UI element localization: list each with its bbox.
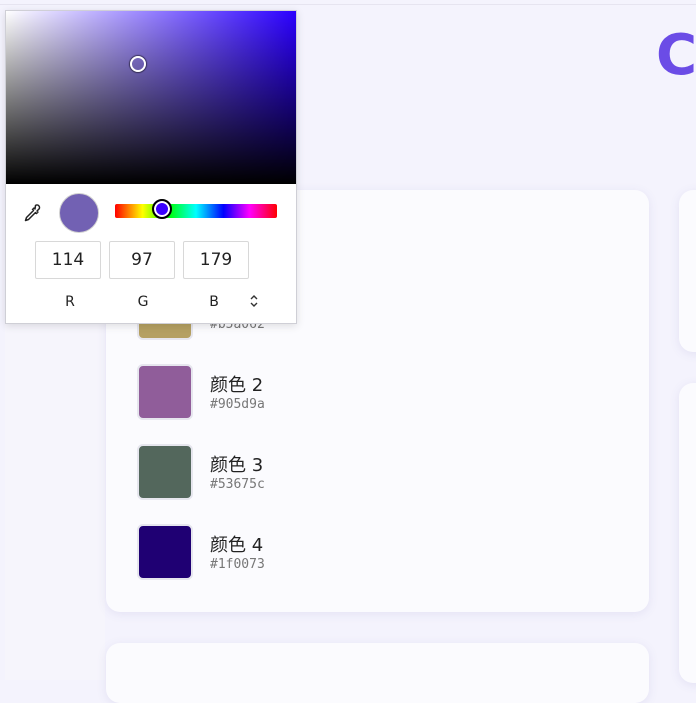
color-hex: #1f0073 [210, 557, 265, 572]
bottom-card [106, 643, 649, 703]
color-name: 颜色 4 [210, 535, 264, 556]
side-card-top [679, 190, 696, 352]
blue-input[interactable]: 179 [183, 241, 249, 279]
eyedropper-icon[interactable] [21, 203, 43, 225]
chevron-updown-icon[interactable] [247, 293, 261, 309]
color-picker-popover: 114 97 179 R G B [5, 10, 297, 324]
hue-slider-thumb[interactable] [152, 199, 172, 219]
color-hex: #53675c [210, 477, 265, 492]
color-hex: #905d9a [210, 397, 265, 412]
red-label: R [65, 294, 75, 310]
top-divider [0, 4, 696, 5]
color-preview [59, 193, 99, 233]
green-input[interactable]: 97 [109, 241, 175, 279]
red-input[interactable]: 114 [35, 241, 101, 279]
list-item[interactable]: 颜色 3 #53675c [137, 444, 537, 504]
color-swatch[interactable] [137, 444, 193, 500]
color-name: 颜色 2 [210, 375, 264, 396]
page-title: C [656, 23, 696, 88]
hue-slider[interactable] [115, 199, 277, 219]
color-swatch[interactable] [137, 364, 193, 420]
left-panel [5, 320, 105, 680]
green-label: G [137, 294, 149, 310]
list-item[interactable]: 颜色 2 #905d9a [137, 364, 537, 424]
color-swatch[interactable] [137, 524, 193, 580]
saturation-area[interactable] [6, 11, 296, 184]
saturation-handle[interactable] [130, 56, 146, 72]
color-name: 颜色 3 [210, 455, 264, 476]
list-item[interactable]: 颜色 4 #1f0073 [137, 524, 537, 584]
blue-label: B [209, 294, 219, 310]
side-card-bottom [679, 383, 696, 683]
